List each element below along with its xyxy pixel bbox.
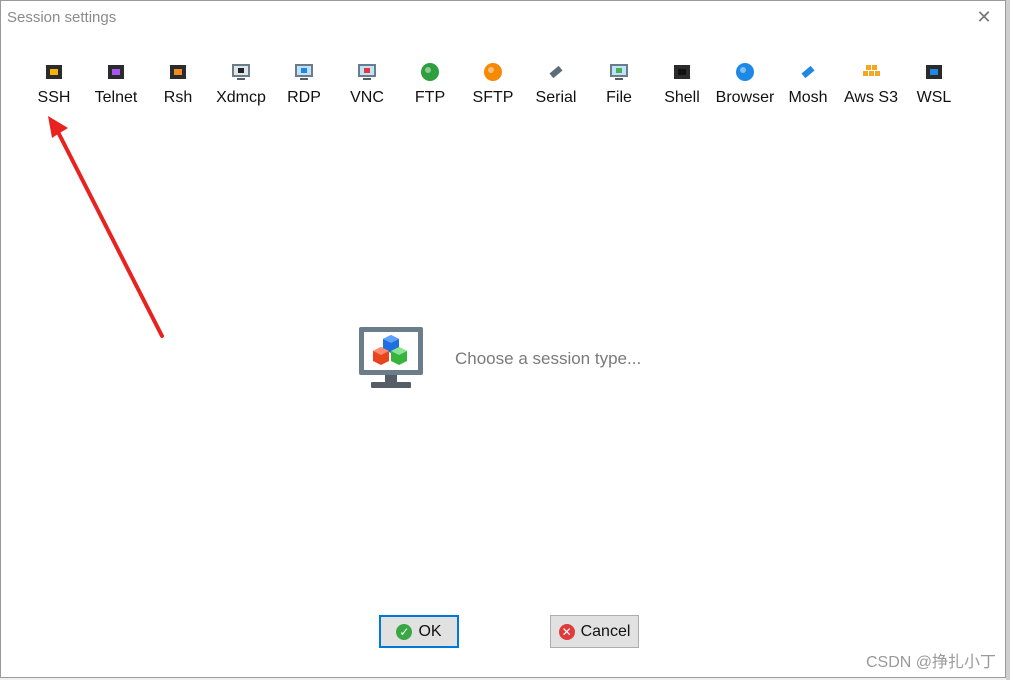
session-type-label: Mosh [788,89,828,106]
session-type-toolbar: SSH Telnet Rsh Xdmcp RDP VNC FTP SFTP Serial File… [23,57,973,117]
rdp-icon [295,64,313,80]
serial-icon [549,65,563,79]
session-type-aws-s3[interactable]: Aws S3 [840,57,902,113]
session-type-label: VNC [350,89,384,106]
session-type-xdmcp[interactable]: Xdmcp [210,57,272,113]
close-icon[interactable]: ✕ [971,6,997,28]
title-bar: Session settings ✕ [1,1,1005,35]
checkmark-icon: ✓ [396,623,413,640]
session-monitor-icon [359,327,423,388]
rsh-icon [170,65,186,79]
session-type-browser[interactable]: Browser [714,57,776,113]
session-type-label: Telnet [94,89,138,106]
wsl-icon [926,65,942,79]
session-type-label: Rsh [163,89,193,106]
session-type-label: SSH [37,89,71,106]
ftp-icon [421,63,439,81]
watermark: CSDN @挣扎小丁 [865,654,996,671]
session-placeholder: Choose a session type... [357,325,697,391]
session-type-sftp[interactable]: SFTP [462,57,524,113]
dialog-title: Session settings [7,9,117,26]
sftp-icon [484,63,502,81]
session-settings-dialog: Session settings ✕ SSH Telnet Rsh Xdmcp RDP V… [0,0,1006,678]
session-type-label: Browser [715,89,775,106]
cancel-x-icon: ✕ [558,623,575,640]
telnet-icon [108,65,124,79]
choose-session-type-text: Choose a session type... [455,349,642,368]
session-type-label: Shell [664,89,700,106]
aws-s3-icon [863,65,880,76]
session-type-file[interactable]: File [588,57,650,113]
ok-button[interactable]: ✓ OK [379,615,459,648]
cancel-button-label: Cancel [580,622,631,640]
session-type-rdp[interactable]: RDP [273,57,335,113]
mosh-icon [801,65,815,79]
cancel-button[interactable]: ✕ Cancel [550,615,639,648]
file-icon [610,64,628,80]
session-type-label: FTP [414,89,446,106]
session-type-wsl[interactable]: WSL [903,57,965,113]
session-type-ssh[interactable]: SSH [23,57,85,113]
session-type-label: Aws S3 [844,89,898,106]
ssh-key-icon [46,65,62,79]
session-type-vnc[interactable]: VNC [336,57,398,113]
window-edge [1006,0,1010,680]
session-type-label: WSL [916,89,952,106]
session-type-label: SFTP [472,89,514,106]
session-type-label: RDP [287,89,321,106]
xdmcp-icon [232,64,250,80]
session-type-label: File [606,89,632,106]
vnc-icon [358,64,376,80]
session-type-label: Xdmcp [216,89,266,106]
session-type-rsh[interactable]: Rsh [147,57,209,113]
session-type-label: Serial [535,89,577,106]
browser-icon [736,63,754,81]
session-type-shell[interactable]: Shell [651,57,713,113]
ok-button-label: OK [418,622,442,640]
session-type-telnet[interactable]: Telnet [85,57,147,113]
session-type-serial[interactable]: Serial [525,57,587,113]
session-type-mosh[interactable]: Mosh [777,57,839,113]
session-type-ftp[interactable]: FTP [399,57,461,113]
shell-icon [674,65,690,79]
